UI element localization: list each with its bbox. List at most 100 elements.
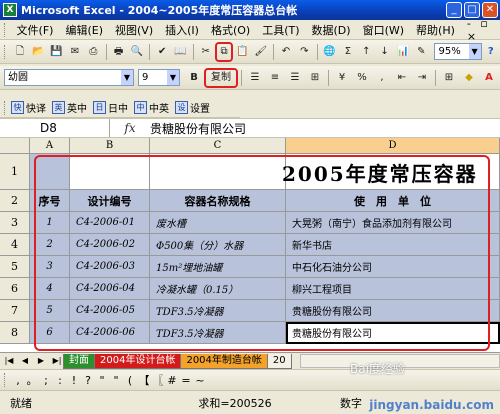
symbol-button[interactable]: #: [165, 374, 179, 387]
fill-color-icon[interactable]: ◆: [461, 70, 477, 86]
symbol-button[interactable]: (: [123, 374, 137, 387]
drawing-icon[interactable]: ✎: [414, 44, 428, 60]
cell-code[interactable]: C4-2006-06: [70, 322, 150, 344]
cell-name[interactable]: 冷凝水罐（0.15）: [150, 278, 286, 300]
decrease-indent-icon[interactable]: ⇤: [394, 70, 410, 86]
cell[interactable]: [150, 154, 286, 190]
autosum-icon[interactable]: Σ: [341, 44, 355, 60]
header-cell-index[interactable]: 序号: [30, 190, 70, 212]
open-icon[interactable]: 📂: [31, 44, 45, 60]
cell-code[interactable]: C4-2006-01: [70, 212, 150, 234]
function-icon[interactable]: fx: [110, 121, 150, 135]
first-sheet-icon[interactable]: |◀: [2, 354, 16, 368]
column-header-a[interactable]: A: [30, 138, 70, 154]
symbol-button[interactable]: ;: [39, 374, 53, 387]
symbol-button[interactable]: 。: [25, 372, 39, 388]
cell-name[interactable]: 废水槽: [150, 212, 286, 234]
menu-window[interactable]: 窗口(W): [357, 22, 410, 38]
menu-format[interactable]: 格式(O): [205, 22, 256, 38]
tab-2004-manufacture[interactable]: 2004年制造台帐: [180, 353, 268, 369]
cell-index[interactable]: 3: [30, 256, 70, 278]
chevron-down-icon[interactable]: ▼: [121, 70, 133, 85]
name-box[interactable]: D8: [0, 119, 110, 137]
cell-name[interactable]: Φ500集（分）水器: [150, 234, 286, 256]
cell-index[interactable]: 5: [30, 300, 70, 322]
help-icon[interactable]: ?: [484, 44, 498, 60]
last-sheet-icon[interactable]: ▶|: [50, 354, 64, 368]
symbol-button[interactable]: :: [53, 374, 67, 387]
cell-code[interactable]: C4-2006-04: [70, 278, 150, 300]
toolbar-grip[interactable]: [4, 44, 7, 59]
redo-icon[interactable]: ↷: [297, 44, 311, 60]
hyperlink-icon[interactable]: 🌐: [322, 44, 336, 60]
menu-help[interactable]: 帮助(H): [410, 22, 461, 38]
cell-index[interactable]: 6: [30, 322, 70, 344]
font-name-select[interactable]: 幼圆 ▼: [4, 69, 134, 86]
borders-icon[interactable]: ⊞: [441, 70, 457, 86]
cell-index[interactable]: 2: [30, 234, 70, 256]
header-cell-name[interactable]: 容器名称规格: [150, 190, 286, 212]
tab-2004-design[interactable]: 2004年设计台帐: [94, 353, 182, 369]
merge-center-icon[interactable]: ⊞: [307, 70, 323, 86]
worksheet-grid[interactable]: A B C D 1 2 序号 设计编号 容器名称规格 使 用 单 位 3 1 C…: [0, 138, 500, 352]
copy-icon[interactable]: ⧉: [214, 41, 234, 62]
menu-data[interactable]: 数据(D): [306, 22, 357, 38]
menu-insert[interactable]: 插入(I): [159, 22, 205, 38]
print-preview-icon[interactable]: 🔍: [130, 44, 144, 60]
row-header[interactable]: 4: [0, 234, 30, 256]
align-right-icon[interactable]: ☰: [287, 70, 303, 86]
copy-button[interactable]: 复制: [204, 67, 238, 88]
percent-icon[interactable]: %: [354, 70, 370, 86]
symbol-button[interactable]: =: [179, 374, 193, 387]
cell-name[interactable]: TDF3.5冷凝器: [150, 322, 286, 344]
cell-unit[interactable]: 新华书店: [286, 234, 500, 256]
tab-cover[interactable]: 封面: [63, 353, 95, 369]
sort-descending-icon[interactable]: ↓: [377, 44, 391, 60]
spelling-icon[interactable]: ✔: [155, 44, 169, 60]
row-header[interactable]: 3: [0, 212, 30, 234]
symbol-button[interactable]: ?: [81, 374, 95, 387]
cell-index[interactable]: 1: [30, 212, 70, 234]
column-header-c[interactable]: C: [150, 138, 286, 154]
menu-file[interactable]: 文件(F): [11, 22, 60, 38]
cell-name[interactable]: TDF3.5冷凝器: [150, 300, 286, 322]
row-header[interactable]: 1: [0, 154, 30, 190]
menu-view[interactable]: 视图(V): [109, 22, 159, 38]
cell-unit[interactable]: 大晃粥（南宁）食品添加剂有限公司: [286, 212, 500, 234]
chevron-down-icon[interactable]: ▼: [167, 70, 179, 85]
sort-ascending-icon[interactable]: ↑: [359, 44, 373, 60]
chart-wizard-icon[interactable]: 📊: [396, 44, 410, 60]
symbol-button[interactable]: ": [95, 374, 109, 387]
cell-unit[interactable]: 中石化石油分公司: [286, 256, 500, 278]
header-cell-unit[interactable]: 使 用 单 位: [286, 190, 500, 212]
toolbar-grip[interactable]: [4, 22, 7, 37]
next-sheet-icon[interactable]: ▶: [34, 354, 48, 368]
email-icon[interactable]: ⎙: [86, 44, 100, 60]
paste-icon[interactable]: 📋: [235, 44, 249, 60]
excel-icon[interactable]: X: [3, 3, 17, 17]
chevron-down-icon[interactable]: ▼: [468, 44, 481, 59]
comma-icon[interactable]: ,: [374, 70, 390, 86]
symbol-button[interactable]: !: [67, 374, 81, 387]
row-header[interactable]: 8: [0, 322, 30, 344]
cell-unit[interactable]: 贵糖股份有限公司: [286, 300, 500, 322]
align-center-icon[interactable]: ≡: [267, 70, 283, 86]
row-header[interactable]: 7: [0, 300, 30, 322]
font-size-select[interactable]: 9 ▼: [138, 69, 180, 86]
tab-20[interactable]: 20: [266, 353, 292, 369]
new-icon[interactable]: 🗋: [13, 44, 27, 60]
font-color-icon[interactable]: A: [481, 70, 497, 86]
research-icon[interactable]: 📖: [173, 44, 187, 60]
permission-icon[interactable]: ✉: [68, 44, 82, 60]
zh-en-button[interactable]: 中 中英: [134, 100, 169, 115]
toolbar-grip[interactable]: [4, 373, 7, 387]
cell-code[interactable]: C4-2006-02: [70, 234, 150, 256]
symbol-button[interactable]: ": [109, 374, 123, 387]
header-cell-code[interactable]: 设计编号: [70, 190, 150, 212]
toolbar-grip[interactable]: [4, 100, 7, 115]
cell[interactable]: [70, 154, 150, 190]
settings-button[interactable]: 设 设置: [175, 100, 210, 115]
menu-tools[interactable]: 工具(T): [256, 22, 305, 38]
cell-unit[interactable]: 柳兴工程项目: [286, 278, 500, 300]
formula-input[interactable]: 贵糖股份有限公司: [150, 120, 246, 137]
